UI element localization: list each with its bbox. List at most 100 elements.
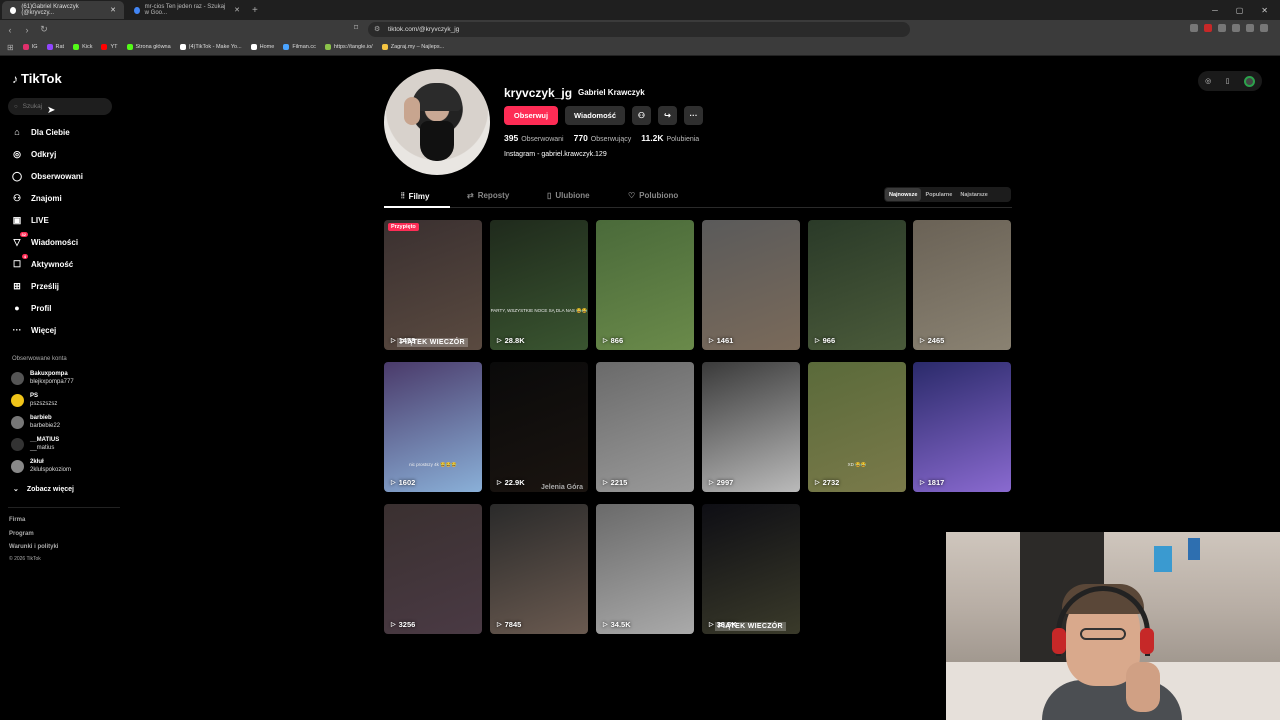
tab-favorites[interactable]: ▯ Ulubione: [547, 191, 590, 200]
tiktok-favicon-icon: [10, 6, 17, 14]
video-thumbnail[interactable]: Jelenia Góra ▷ 22.9K: [490, 362, 588, 492]
maximize-icon[interactable]: ▢: [1236, 6, 1244, 15]
bookmark-icon[interactable]: ⌑: [354, 23, 358, 32]
sort-oldest[interactable]: Najstarsze: [956, 188, 992, 201]
video-thumbnail[interactable]: ▷ 866: [596, 220, 694, 350]
sort-newest[interactable]: Najnowsze: [885, 188, 922, 201]
video-thumbnail[interactable]: ▷ 34.5K: [596, 504, 694, 634]
footer-link-terms[interactable]: Warunki i polityki: [9, 544, 58, 550]
video-thumbnail[interactable]: XD 😂😂 ▷ 2732: [808, 362, 906, 492]
video-thumbnail[interactable]: ▷ 3256: [384, 504, 482, 634]
video-thumbnail[interactable]: ▷ 2465: [913, 220, 1011, 350]
sidebar-item-prze-lij[interactable]: ⊞ Prześlij: [11, 280, 59, 292]
tab-videos[interactable]: ⦙⦙ Filmy: [401, 191, 430, 201]
stat-following[interactable]: 395 Obserwowani: [504, 133, 564, 143]
sort-popular[interactable]: Popularne: [921, 188, 956, 201]
bookmark-item[interactable]: YT: [101, 44, 118, 50]
view-count: ▷ 1817: [920, 478, 944, 487]
see-more-button[interactable]: ⌄ Zobacz więcej: [13, 485, 74, 494]
play-icon: ▷: [709, 480, 714, 486]
followed-account[interactable]: __MATIUS __matius: [11, 436, 59, 452]
url-text: tiktok.com/@kryvczyk_jg: [388, 26, 460, 33]
extension-icon[interactable]: [1246, 24, 1254, 32]
more-options-icon[interactable]: ···: [684, 106, 703, 125]
profile-menu-icon[interactable]: [1260, 24, 1268, 32]
bookmark-label: Home: [259, 44, 275, 50]
minimize-icon[interactable]: ─: [1212, 6, 1218, 15]
sidebar-item-label: Dla Ciebie: [31, 127, 70, 137]
browser-tab[interactable]: mr-cios Ten jeden raz - Szukaj w Goo... …: [126, 1, 248, 19]
sidebar-item-profil[interactable]: ● Profil: [11, 302, 51, 314]
extension-icon[interactable]: [1204, 24, 1212, 32]
sidebar-item-live[interactable]: ▣ LIVE: [11, 214, 49, 226]
extension-icon[interactable]: [1232, 24, 1240, 32]
video-thumbnail[interactable]: ▷ 1817: [913, 362, 1011, 492]
browser-tab-strip: (61)Gabriel Krawczyk (@kryvczy... ✕ mr-c…: [0, 0, 1280, 20]
video-thumbnail[interactable]: ▷ 2997: [702, 362, 800, 492]
coins-icon[interactable]: ◎: [1205, 77, 1211, 85]
sidebar-item-label: Wiadomości: [31, 237, 79, 247]
message-button[interactable]: Wiadomość: [565, 106, 625, 125]
footer-link-firma[interactable]: Firma: [9, 517, 25, 523]
bookmark-item[interactable]: Kick: [73, 44, 92, 50]
video-thumbnail[interactable]: nic prostszy 4k 😂😂😂 ▷ 1602: [384, 362, 482, 492]
share-icon[interactable]: ↪: [658, 106, 677, 125]
bookmark-item[interactable]: Home: [250, 44, 275, 50]
video-thumbnail[interactable]: ▷ 1461: [702, 220, 800, 350]
follow-button[interactable]: Obserwuj: [504, 106, 558, 125]
tiktok-note-icon: ♪: [12, 71, 18, 86]
followed-account[interactable]: barbieb barbebie22: [11, 414, 60, 430]
sidebar-item-wi-cej[interactable]: ··· Więcej: [11, 324, 57, 336]
reload-icon[interactable]: ↻: [37, 24, 51, 35]
user-avatar[interactable]: [1243, 75, 1255, 87]
close-tab-icon[interactable]: ✕: [234, 6, 240, 14]
video-thumbnail[interactable]: ▷ 2215: [596, 362, 694, 492]
address-bar[interactable]: ⚙ tiktok.com/@kryvczyk_jg: [368, 22, 910, 37]
bookmark-item[interactable]: Rat: [46, 44, 64, 50]
tab-liked[interactable]: ♡ Polubiono: [628, 191, 678, 200]
bookmark-favicon-icon: [22, 44, 29, 50]
site-info-icon[interactable]: ⚙: [374, 25, 380, 33]
extension-icon[interactable]: [1190, 24, 1198, 32]
new-tab-button[interactable]: +: [252, 5, 258, 16]
bookmark-icon: ▯: [547, 191, 552, 200]
extension-icon[interactable]: [1218, 24, 1226, 32]
active-tab-indicator: [384, 206, 450, 208]
sidebar-item-aktywno-[interactable]: ☐ 4 Aktywność: [11, 254, 73, 270]
search-input[interactable]: [22, 103, 93, 110]
tiktok-logo[interactable]: ♪ TikTok: [12, 71, 62, 86]
sidebar-item-dla-ciebie[interactable]: ⌂ Dla Ciebie: [11, 126, 70, 138]
footer-link-program[interactable]: Program: [9, 531, 34, 537]
video-thumbnail[interactable]: PARTY, WSZYSTKIE NOCE SĄ DLA NAS 😂😂 ▷ 28.8…: [490, 220, 588, 350]
bookmark-item[interactable]: Zagraj.my – Najleps...: [381, 44, 444, 50]
search-box[interactable]: ○: [8, 98, 112, 115]
bookmark-item[interactable]: (4)TikTok - Make Yo...: [179, 44, 242, 50]
followed-account[interactable]: PS pszszszsz: [11, 392, 57, 408]
close-tab-icon[interactable]: ✕: [110, 6, 116, 14]
bookmark-item[interactable]: https://tangle.io/: [324, 44, 373, 50]
sidebar-item-obserwowani[interactable]: ◯ Obserwowani: [11, 170, 83, 182]
forward-icon[interactable]: ›: [20, 25, 34, 35]
followed-account[interactable]: 2kłuł 2klulspokoziom: [11, 458, 71, 474]
bookmark-label: IG: [31, 44, 38, 50]
view-count: ▷ 28.8K: [497, 336, 525, 345]
tab-reposts[interactable]: ⇄ Reposty: [467, 191, 509, 200]
back-icon[interactable]: ‹: [3, 25, 17, 35]
video-thumbnail[interactable]: ▷ 966: [808, 220, 906, 350]
suggested-accounts-icon[interactable]: ⚇: [632, 106, 651, 125]
apps-grid-icon[interactable]: ⊞: [7, 43, 14, 52]
sidebar-item-wiadomo-ci[interactable]: ▽ 32 Wiadomości: [11, 232, 79, 248]
browser-tab-active[interactable]: (61)Gabriel Krawczyk (@kryvczy... ✕: [2, 1, 124, 19]
sidebar-item-znajomi[interactable]: ⚇ Znajomi: [11, 192, 62, 204]
device-icon[interactable]: ▯: [1226, 77, 1230, 85]
bookmark-item[interactable]: IG: [22, 44, 38, 50]
bookmark-item[interactable]: Strona główna: [126, 44, 171, 50]
sidebar-item-odkryj[interactable]: ◎ Odkryj: [11, 148, 56, 160]
video-thumbnail[interactable]: Przypięto ▷ 1458 PIĄTEK WIECZÓR: [384, 220, 482, 350]
video-thumbnail[interactable]: ▷ 7845: [490, 504, 588, 634]
video-thumbnail[interactable]: ▷ 38.5K PIĄTEK WIECZÓR: [702, 504, 800, 634]
followed-account[interactable]: Bakuxpompa blejkxpompa777: [11, 370, 74, 386]
bookmark-item[interactable]: Filman.cc: [283, 44, 316, 50]
close-window-icon[interactable]: ✕: [1261, 6, 1268, 15]
stat-followers[interactable]: 770 Obserwujący: [574, 133, 632, 143]
